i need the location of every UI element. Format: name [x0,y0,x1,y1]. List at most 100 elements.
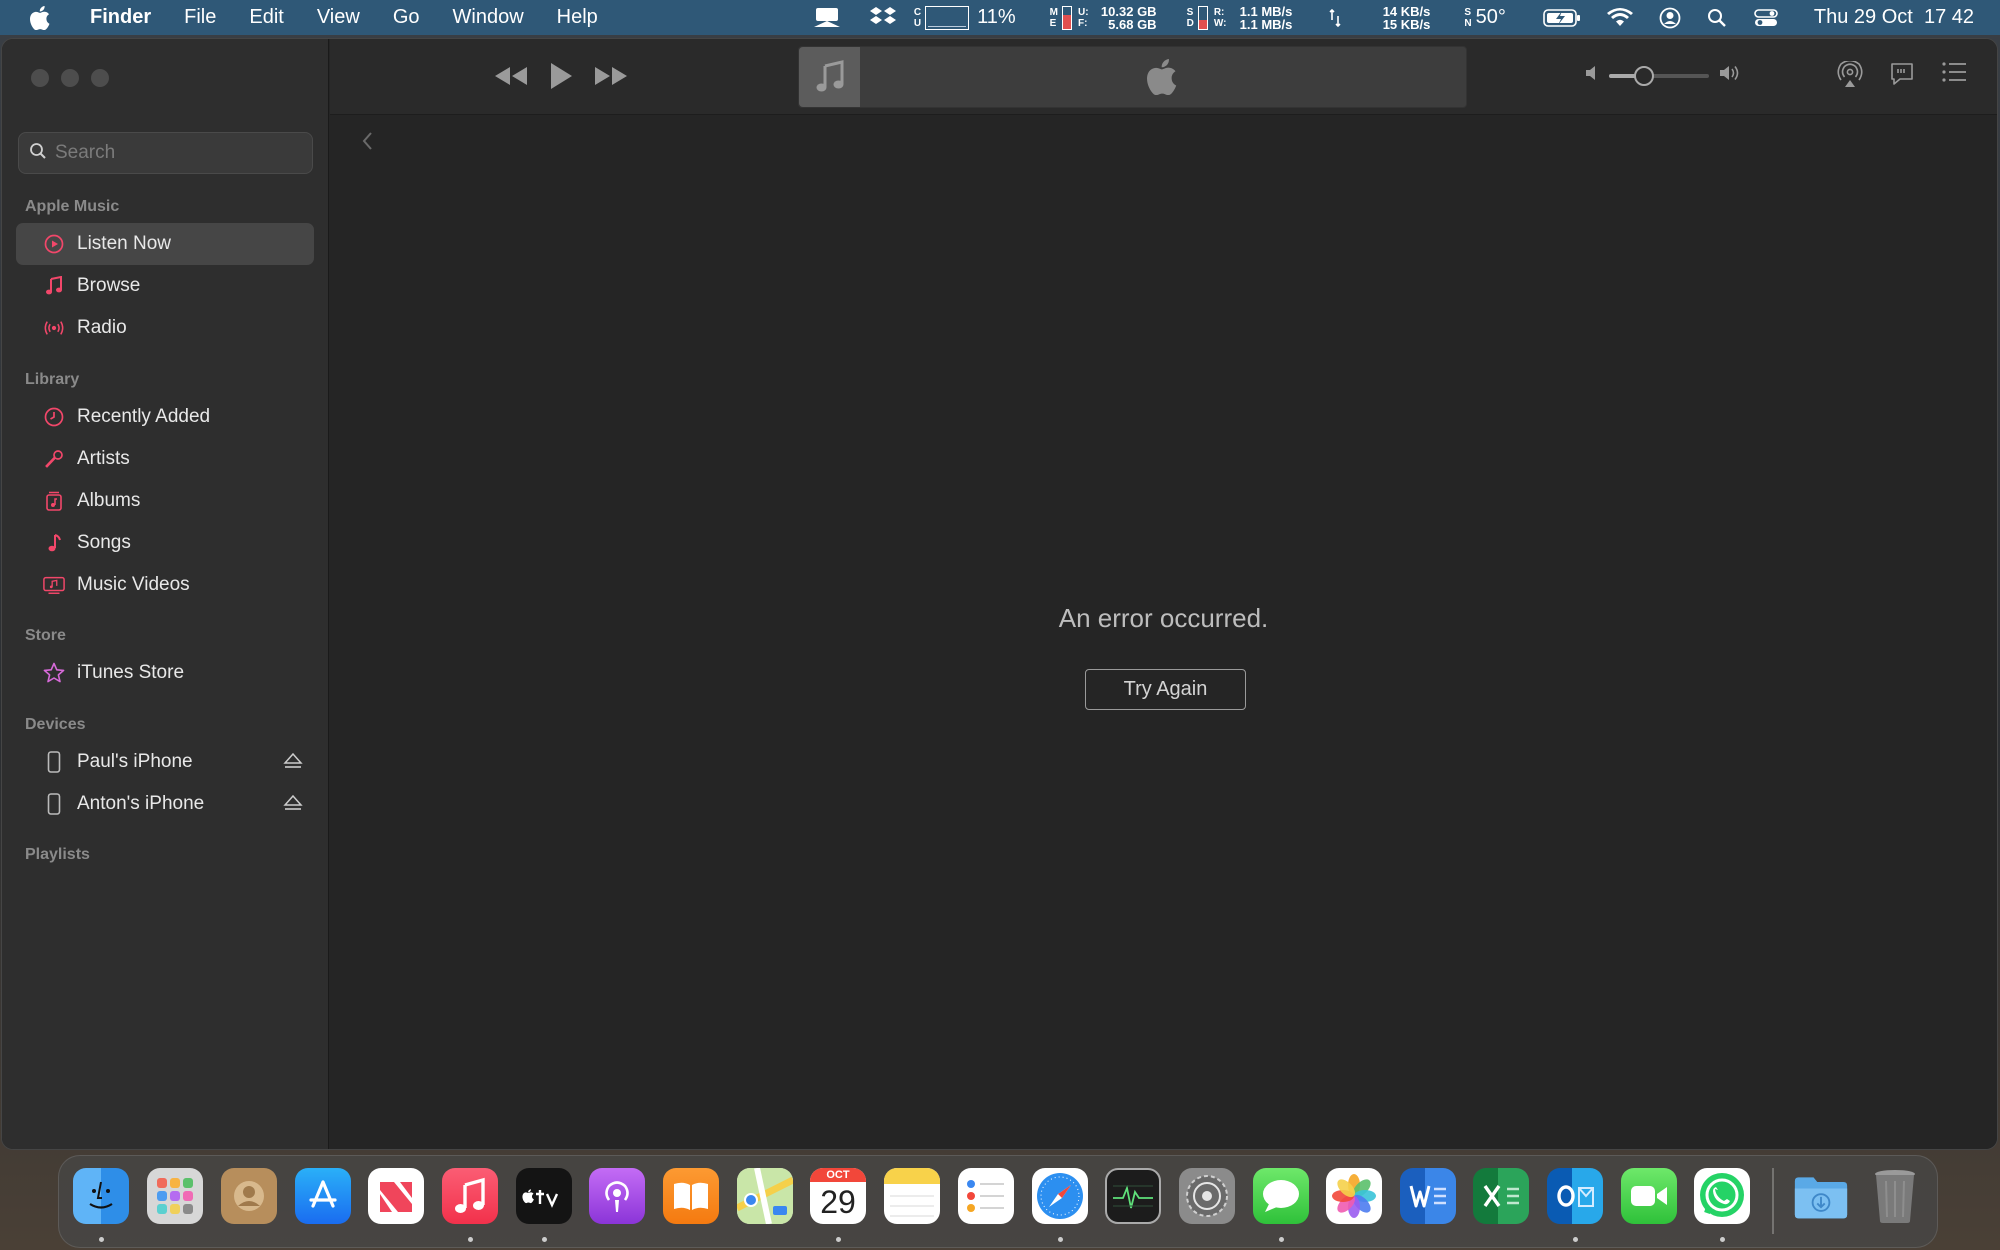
menu-file[interactable]: File [184,6,216,29]
sidebar-item-albums[interactable]: Albums [16,480,314,522]
dock-activity-monitor-icon[interactable] [1105,1168,1161,1224]
dock-whatsapp-icon[interactable] [1694,1168,1750,1224]
dock-trash-icon[interactable] [1867,1168,1923,1224]
dock-music-icon[interactable] [442,1168,498,1224]
temperature-value: 50° [1475,6,1506,28]
search-icon [29,142,47,165]
player-toolbar [330,39,1997,115]
try-again-button[interactable]: Try Again [1085,669,1246,710]
sidebar-item-pauls-iphone[interactable]: Paul's iPhone [16,741,314,783]
menu-help[interactable]: Help [557,6,598,29]
dock-facetime-icon[interactable] [1621,1168,1677,1224]
calendar-day: 29 [820,1184,856,1220]
back-chevron-icon[interactable] [360,130,374,157]
apple-menu-icon[interactable] [30,5,56,30]
eject-icon[interactable] [282,751,304,773]
menu-app-finder[interactable]: Finder [90,6,151,29]
sidebar-item-browse[interactable]: Browse [16,265,314,307]
dock-downloads-folder-icon[interactable] [1793,1168,1849,1224]
play-icon[interactable] [549,62,573,95]
sidebar-item-label: Paul's iPhone [77,751,193,772]
dock-books-icon[interactable] [663,1168,719,1224]
temperature-monitor[interactable]: SN 50° [1464,6,1505,29]
up-next-list-icon[interactable] [1941,61,1967,94]
dock-running-indicator [836,1237,841,1242]
sidebar-item-itunes-store[interactable]: iTunes Store [16,652,314,694]
dock-photos-icon[interactable] [1326,1168,1382,1224]
network-monitor[interactable]: 14 KB/s 15 KB/s [1374,5,1431,31]
dock-launchpad-icon[interactable] [147,1168,203,1224]
zoom-window-button[interactable] [91,69,109,87]
sidebar-item-artists[interactable]: Artists [16,438,314,480]
user-account-icon[interactable] [1658,7,1682,29]
sidebar-item-listen-now[interactable]: Listen Now [16,223,314,265]
sidebar-item-label: Anton's iPhone [77,793,205,814]
sidebar-item-antons-iphone[interactable]: Anton's iPhone [16,783,314,825]
wifi-icon[interactable] [1606,7,1634,28]
dock-running-indicator [99,1237,104,1242]
sidebar-item-recently-added[interactable]: Recently Added [16,396,314,438]
search-input[interactable] [55,142,295,164]
close-window-button[interactable] [31,69,49,87]
dropbox-icon[interactable] [868,6,898,30]
cpu-monitor[interactable]: CU 11% [914,5,1016,30]
dock-news-icon[interactable] [368,1168,424,1224]
volume-slider[interactable] [1609,65,1709,86]
disk-monitor[interactable]: SD R: W: 1.1 MB/s 1.1 MB/s [1187,5,1293,31]
sidebar: Apple Music Listen Now Browse Radio Libr… [2,39,329,1149]
apple-logo-icon [1147,59,1177,100]
now-playing-display[interactable] [798,46,1467,108]
volume-slider-knob[interactable] [1634,65,1654,86]
dock-calendar-icon[interactable]: OCT 29 [810,1168,866,1224]
disk-bar [1197,5,1208,30]
sidebar-item-label: Browse [77,275,141,296]
microphone-icon [43,448,65,470]
dock-safari-icon[interactable] [1032,1168,1088,1224]
dock-maps-icon[interactable] [737,1168,793,1224]
memory-monitor[interactable]: ME U: F: 10.32 GB 5.68 GB [1050,5,1157,31]
music-video-icon [43,574,65,596]
clock-icon [43,406,65,428]
dock-word-icon[interactable] [1400,1168,1456,1224]
fast-forward-icon[interactable] [593,65,629,92]
dock-excel-icon[interactable] [1473,1168,1529,1224]
dock-podcasts-icon[interactable] [589,1168,645,1224]
airplay-audio-icon[interactable] [1837,59,1863,94]
star-icon [43,662,65,684]
network-arrows-icon [1328,8,1342,28]
spotlight-search-icon[interactable] [1706,8,1728,28]
menu-window[interactable]: Window [453,6,524,29]
sidebar-item-songs[interactable]: Songs [16,522,314,564]
menu-edit[interactable]: Edit [249,6,283,29]
eject-icon[interactable] [282,793,304,815]
lyrics-icon[interactable] [1889,61,1915,94]
dock-messages-icon[interactable] [1253,1168,1309,1224]
volume-high-icon [1719,64,1741,87]
dock-system-preferences-icon[interactable] [1179,1168,1235,1224]
minimize-window-button[interactable] [61,69,79,87]
section-playlists[interactable]: Playlists [25,846,90,864]
sidebar-item-music-videos[interactable]: Music Videos [16,564,314,606]
dock-notes-icon[interactable] [884,1168,940,1224]
dock-tv-icon[interactable] [516,1168,572,1224]
menu-go[interactable]: Go [393,6,420,29]
menu-view[interactable]: View [317,6,360,29]
notification-monitor-icon[interactable] [812,7,842,29]
sidebar-item-radio[interactable]: Radio [16,307,314,349]
menubar-clock[interactable]: Thu 29 Oct 17 42 [1814,6,1974,29]
rewind-icon[interactable] [493,65,529,92]
dock-contacts-icon[interactable] [221,1168,277,1224]
dock-outlook-icon[interactable] [1547,1168,1603,1224]
control-center-icon[interactable] [1754,8,1778,28]
dock-app-store-icon[interactable] [295,1168,351,1224]
dock-finder-icon[interactable] [73,1168,129,1224]
search-field[interactable] [18,132,313,174]
dock-reminders-icon[interactable] [958,1168,1014,1224]
sidebar-item-label: Artists [77,448,130,469]
error-message: An error occurred. [1058,603,1269,633]
battery-charging-icon[interactable] [1542,8,1582,28]
sidebar-item-label: Music Videos [77,574,190,595]
main-content: An error occurred. Try Again [330,116,1997,1149]
music-note-icon [43,275,65,297]
radio-waves-icon [43,317,65,339]
